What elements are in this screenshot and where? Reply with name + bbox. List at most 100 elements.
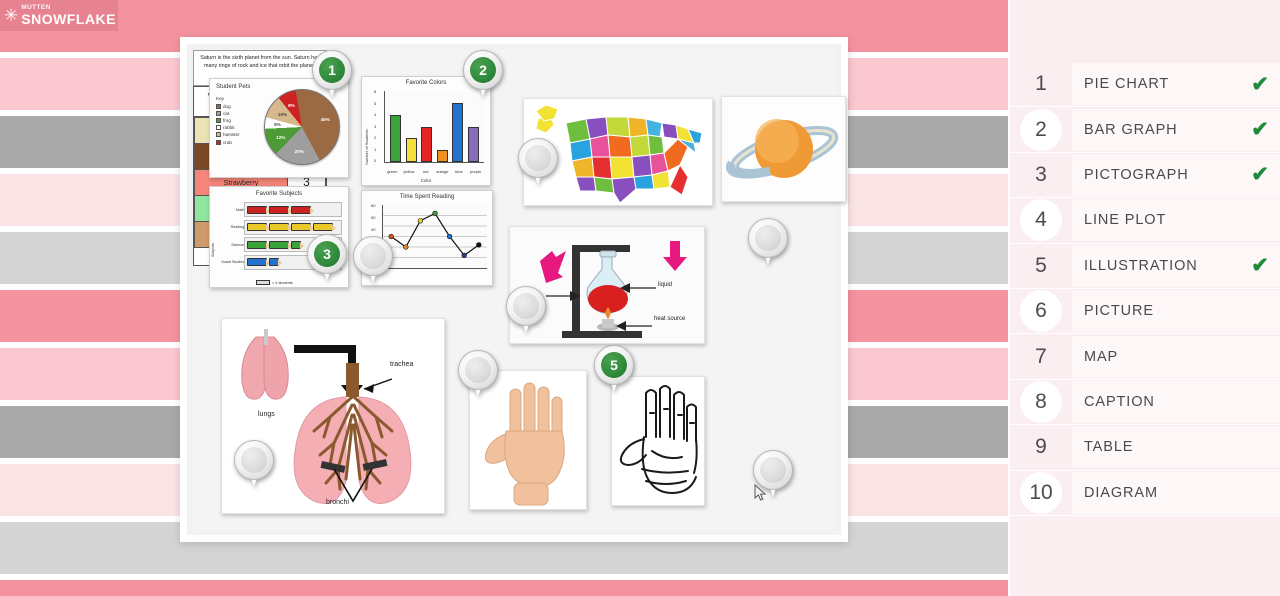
map-pin-blank-4[interactable]: [518, 138, 558, 186]
pencil-icon: [269, 205, 292, 215]
pin-number: [241, 447, 267, 473]
pin-number: 2: [470, 57, 496, 83]
check-icon-hidden: ✔: [1240, 426, 1280, 469]
check-icon-hidden: ✔: [1240, 335, 1280, 378]
bar-x-tick: orange: [436, 169, 449, 174]
pie-chart-graphic: 45% 20% 12% 5% 10% 8%: [264, 89, 340, 165]
pie-legend-item: frog: [216, 117, 240, 124]
legend-row-diagram[interactable]: 10DIAGRAM✔: [1010, 471, 1280, 516]
legend-row-caption[interactable]: 8CAPTION✔: [1010, 380, 1280, 426]
bar-orange: [436, 150, 448, 162]
legend-number: 5: [1035, 253, 1047, 277]
pictograph-row-label: Social Studies: [221, 260, 244, 265]
legend-row-bar-graph[interactable]: 2 BAR GRAPH ✔: [1010, 107, 1280, 153]
check-icon-hidden: ✔: [1240, 290, 1280, 333]
map-pin-3-2[interactable]: 3: [307, 234, 347, 282]
legend-number-wrap: 7: [1010, 336, 1072, 378]
brand-name-label: SNOWFLAKE: [21, 11, 116, 28]
legend-swatch: [216, 111, 221, 117]
map-pin-blank-6[interactable]: [506, 286, 546, 334]
pin-number: 5: [601, 352, 627, 378]
legend-number-wrap: 2: [1010, 108, 1072, 151]
legend-number: 6: [1020, 290, 1062, 333]
bar-y-tick: 3: [374, 123, 377, 129]
legend-row-pictograph[interactable]: 3 PICTOGRAPH ✔: [1010, 153, 1280, 199]
pencil-icon: [269, 240, 292, 250]
check-icon: ✔: [1240, 63, 1280, 106]
pictograph-row-label: Reading: [230, 225, 244, 230]
pin-number: [755, 225, 781, 251]
bar-green: [390, 114, 402, 162]
lungs-label-bronchi: bronchi: [326, 499, 349, 506]
pin-number: [513, 293, 539, 319]
legend-swatch: [216, 104, 221, 110]
bar-blue: [452, 102, 464, 162]
legend-label: TABLE: [1072, 426, 1240, 469]
bar-y-tick: 5: [374, 100, 377, 106]
legend-swatch: [216, 118, 221, 124]
bar-x-tick: yellow: [403, 169, 415, 174]
map-pin-5-9[interactable]: 5: [594, 345, 634, 393]
pencil-icon: [291, 223, 314, 233]
legend-text: frog: [223, 118, 231, 124]
legend-number-wrap: 3: [1010, 154, 1072, 196]
bar-x-tick: blue: [455, 169, 463, 174]
hand-line-drawing-card[interactable]: [611, 376, 705, 506]
check-icon: ✔: [1240, 108, 1280, 151]
legend-label: MAP: [1072, 335, 1240, 378]
pictograph-row-label: Math: [236, 207, 244, 212]
pencil-icon: [291, 205, 314, 215]
map-pin-1-0[interactable]: 1: [312, 50, 352, 98]
bar-graph-bars: [385, 91, 484, 162]
legend-number: 7: [1035, 344, 1047, 368]
legend-number-wrap: 8: [1010, 380, 1072, 423]
map-pin-blank-7[interactable]: [234, 440, 274, 488]
pencil-icon-partial: [269, 258, 282, 268]
bar-x-tick: purple: [470, 169, 482, 174]
line-plot-point: [476, 242, 482, 248]
pie-slice-label: 5%: [274, 122, 281, 128]
legend-text: cat: [223, 111, 230, 117]
legend-number-wrap: 6: [1010, 290, 1072, 333]
check-icon-hidden: ✔: [1240, 199, 1280, 242]
legend-number-wrap: 10: [1010, 471, 1072, 514]
map-pin-blank-3[interactable]: [353, 236, 393, 284]
pie-legend-item: hamster: [216, 131, 240, 138]
check-icon: ✔: [1240, 244, 1280, 287]
line-plot-point: [432, 210, 438, 217]
bar-y-tick: 1: [374, 146, 377, 152]
pie-slice-label: 8%: [288, 103, 295, 109]
pencil-icon: [247, 240, 270, 250]
legend-row-picture[interactable]: 6PICTURE✔: [1010, 289, 1280, 335]
bar-yellow: [405, 138, 417, 162]
saturn-picture-card[interactable]: [721, 96, 846, 202]
pencil-icon: [247, 205, 270, 215]
pictograph-y-label: Subjects: [211, 243, 215, 257]
line-plot-point: [403, 244, 409, 250]
bar-x-tick: red: [422, 169, 429, 174]
check-icon: ✔: [1240, 153, 1280, 196]
legend-label: CAPTION: [1072, 380, 1240, 423]
legend-row-table[interactable]: 9 TABLE✔: [1010, 425, 1280, 471]
legend-number-wrap: 1: [1010, 63, 1072, 105]
bar-graph-x-label: Color: [420, 178, 432, 183]
pie-legend-title: Key: [216, 96, 224, 101]
legend-row-pie-chart[interactable]: 1 PIE CHART ✔: [1010, 62, 1280, 108]
legend-row-line-plot[interactable]: 4LINE PLOT✔: [1010, 198, 1280, 244]
legend-label: DIAGRAM: [1072, 471, 1240, 514]
bar-x-tick: green: [387, 169, 398, 174]
legend-number: 9: [1035, 435, 1047, 459]
legend-row-map[interactable]: 7 MAP✔: [1010, 334, 1280, 380]
map-pin-blank-8[interactable]: [458, 350, 498, 398]
bar-red: [421, 126, 433, 162]
legend-row-illustration[interactable]: 5 ILLUSTRATION ✔: [1010, 244, 1280, 289]
map-pin-blank-5[interactable]: [748, 218, 788, 266]
legend-swatch: [216, 125, 221, 131]
bar-purple: [467, 126, 479, 162]
hand-line-drawing-icon: [612, 377, 704, 505]
pencil-icon: [247, 258, 270, 268]
pictograph-title: Favorite Subjects: [255, 191, 303, 197]
legend-swatch: [216, 132, 221, 138]
map-pin-2-1[interactable]: 2: [463, 50, 503, 98]
legend-number: 8: [1020, 380, 1062, 423]
